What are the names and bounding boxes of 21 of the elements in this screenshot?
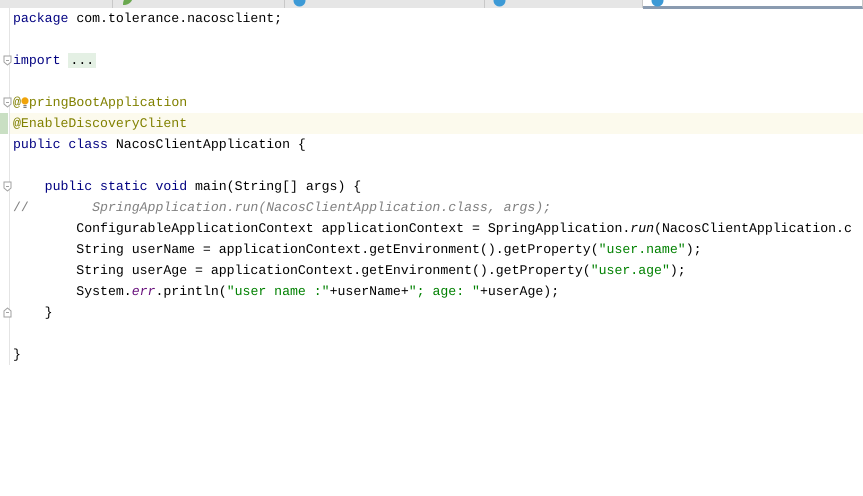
code-line: } — [44, 304, 54, 322]
fold-icon[interactable] — [3, 55, 12, 66]
fold-icon[interactable] — [3, 181, 12, 192]
fold-icon[interactable] — [3, 307, 12, 318]
code-line: public class NacosClientApplication { — [13, 136, 307, 154]
code-line: @ pringBootApplication — [13, 94, 188, 112]
editor-tab[interactable] — [285, 0, 485, 8]
code-line: String userName = applicationContext.getEnvironment().getProperty("user.name"); — [75, 241, 703, 259]
code-line: // SpringApplication.run(NacosClientApplication.class, args); — [13, 199, 552, 217]
editor-tab[interactable] — [485, 0, 643, 8]
editor-tab[interactable] — [643, 0, 863, 9]
code-line: package com.tolerance.nacosclient; — [13, 10, 284, 28]
code-line: } — [13, 346, 22, 364]
code-line: ConfigurableApplicationContext applicationContext = SpringApplication.run(NacosClientApplication.c — [75, 220, 853, 238]
editor-tab[interactable] — [113, 0, 285, 8]
lightbulb-icon[interactable] — [20, 96, 29, 109]
code-line: String userAge = applicationContext.getEnvironment().getProperty("user.age"); — [75, 262, 687, 280]
fold-icon[interactable] — [3, 97, 12, 108]
code-line: System.err.println("user name :"+userName+"; age: "+userAge); — [75, 283, 560, 301]
code-line: import ... — [13, 52, 98, 70]
code-line: public static void main(String[] args) { — [44, 178, 362, 196]
